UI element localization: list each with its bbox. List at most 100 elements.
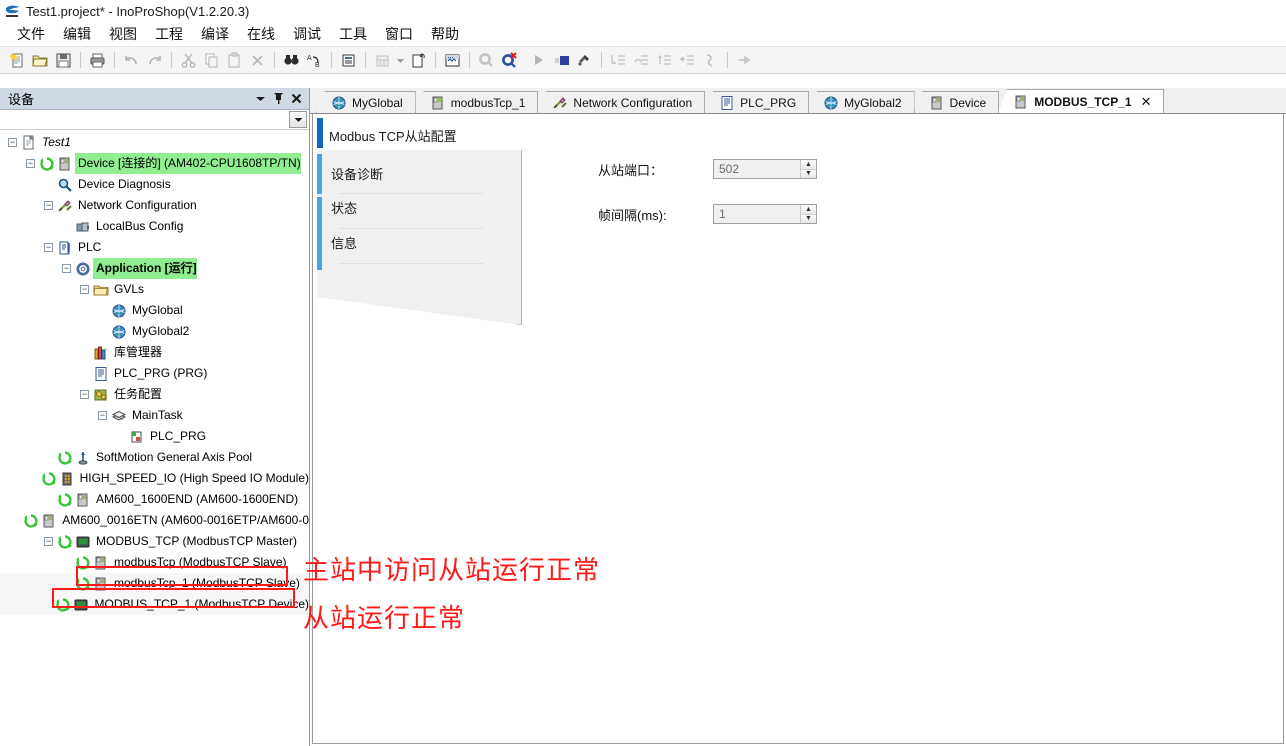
tree-item-label: LocalBus Config [96,219,184,233]
tree-item-label: AM600_0016ETN (AM600-0016ETP/AM600-0 [62,513,309,527]
tab-plc_prg[interactable]: PLC_PRG [704,91,810,113]
logout-icon[interactable] [498,49,520,71]
tab-label: MyGlobal2 [844,95,902,110]
tab-device[interactable]: Device [913,91,1000,113]
tree-item-am600_1600end[interactable]: AM600_1600END (AM600-1600END) [0,489,309,510]
undo-icon [120,49,142,71]
print-icon[interactable] [86,49,108,71]
tab-modbustcp_1[interactable]: modbusTcp_1 [414,91,539,113]
highlight-box-modbustcp-slave-1 [76,566,288,586]
slave-port-stepper[interactable]: 502 ▲ ▼ [713,159,817,179]
stop-icon[interactable] [550,49,572,71]
connected-status-icon [57,450,73,466]
find-icon[interactable] [280,49,302,71]
generate-code-icon[interactable] [407,49,429,71]
expander-collapse-icon[interactable]: − [44,537,53,546]
devices-filter-combo[interactable] [0,110,309,130]
connected-status-icon [57,492,73,508]
tree-item-plc[interactable]: − PLC [0,237,309,258]
spin-up-icon[interactable]: ▲ [801,160,816,170]
expander-collapse-icon[interactable]: − [80,390,89,399]
tree-item-myglobal2[interactable]: MyGlobal2 [0,321,309,342]
spin-down-icon[interactable]: ▼ [801,214,816,223]
tree-item-[interactable]: 库管理器 [0,342,309,363]
frame-interval-stepper[interactable]: 1 ▲ ▼ [713,204,817,224]
expander-collapse-icon[interactable]: − [98,411,107,420]
menu-item-file[interactable]: 文件 [8,22,54,46]
ethernet-device-icon [75,534,91,550]
tree-item-test1[interactable]: − Test1 [0,132,309,153]
tab-modbus_tcp_1[interactable]: MODBUS_TCP_1 ✕ [998,89,1165,113]
tree-item-plc_prg[interactable]: PLC_PRG [0,426,309,447]
menu-item-tools[interactable]: 工具 [330,22,376,46]
tab-network-configuration[interactable]: Network Configuration [537,91,706,113]
task-icon [111,408,127,424]
menu-item-help[interactable]: 帮助 [422,22,468,46]
open-folder-icon[interactable] [29,49,51,71]
tree-item-[interactable]: − 任务配置 [0,384,309,405]
expander-collapse-icon[interactable]: − [80,285,89,294]
tab-myglobal2[interactable]: MyGlobal2 [808,91,915,113]
tree-item-maintask[interactable]: − MainTask [0,405,309,426]
frame-interval-spin-buttons[interactable]: ▲ ▼ [800,205,816,223]
paste-icon [223,49,245,71]
tree-item-device[interactable]: − Device [连接的] (AM402-CPU1608TP/TN) [0,153,309,174]
menu-item-window[interactable]: 窗口 [376,22,422,46]
tree-item-localbus[interactable]: LocalBus Config [0,216,309,237]
plc-logic-icon [57,240,73,256]
tree-item-device[interactable]: Device Diagnosis [0,174,309,195]
expander-collapse-icon[interactable]: − [44,201,53,210]
module-icon [41,513,57,529]
menu-item-debug[interactable]: 调试 [284,22,330,46]
highlight-box-modbustcp-device [52,588,295,608]
slave-port-spin-buttons[interactable]: ▲ ▼ [800,160,816,178]
close-icon[interactable] [287,91,305,107]
menu-item-edit[interactable]: 编辑 [54,22,100,46]
save-icon[interactable] [52,49,74,71]
tab-myglobal[interactable]: MyGlobal [316,91,416,113]
frame-interval-label: 帧间隔(ms): [598,207,667,223]
menu-dropdown-icon[interactable] [251,91,269,107]
tab-label: MODBUS_TCP_1 [1034,94,1132,109]
expander-collapse-icon[interactable]: − [62,264,71,273]
tab-close-icon[interactable]: ✕ [1141,94,1152,110]
side-tab-status[interactable]: 状态 [331,198,357,217]
expander-collapse-icon[interactable]: − [8,138,17,147]
tree-item-label: MyGlobal [132,303,183,317]
run-to-cursor-icon [676,49,698,71]
tree-item-am600_0016etn[interactable]: AM600_0016ETN (AM600-0016ETP/AM600-0 [0,510,309,531]
tree-item-high_speed_io[interactable]: HIGH_SPEED_IO (High Speed IO Module) [0,468,309,489]
replace-icon[interactable]: AB [303,49,325,71]
side-tab-device-diagnosis[interactable]: 设备诊断 [331,164,383,183]
spin-down-icon[interactable]: ▼ [801,169,816,178]
expander-collapse-icon[interactable]: − [44,243,53,252]
side-tab-accent-status [317,197,322,235]
spin-up-icon[interactable]: ▲ [801,205,816,215]
tree-item-application[interactable]: − Application [运行] [0,258,309,279]
menu-item-online[interactable]: 在线 [238,22,284,46]
pin-icon[interactable] [269,91,287,107]
side-tab-divider [339,193,484,194]
tree-item-softmotion[interactable]: SoftMotion General Axis Pool [0,447,309,468]
tab-label: PLC_PRG [740,95,797,110]
network-config-icon [552,95,568,111]
menu-item-view[interactable]: 视图 [100,22,146,46]
side-tab-info[interactable]: 信息 [331,233,357,252]
menu-item-project[interactable]: 工程 [146,22,192,46]
side-tab-divider [339,228,484,229]
menu-item-build[interactable]: 编译 [192,22,238,46]
paste-list-icon[interactable] [337,49,359,71]
tree-item-myglobal[interactable]: MyGlobal [0,300,309,321]
device-tree[interactable]: − Test1 − Device [连接的] (AM402-CPU1608TP/TN)… [0,130,309,746]
tree-item-plc_prg[interactable]: PLC_PRG (PRG) [0,363,309,384]
login-icon[interactable] [441,49,463,71]
chevron-down-icon[interactable] [289,111,307,128]
build-icon [371,49,393,71]
reset-icon[interactable] [573,49,595,71]
new-file-icon[interactable] [6,49,28,71]
expander-collapse-icon[interactable]: − [26,159,35,168]
tab-label: Device [949,95,987,110]
tree-item-network[interactable]: − Network Configuration [0,195,309,216]
tree-item-modbus_tcp[interactable]: − MODBUS_TCP (ModbusTCP Master) [0,531,309,552]
tree-item-gvls[interactable]: − GVLs [0,279,309,300]
